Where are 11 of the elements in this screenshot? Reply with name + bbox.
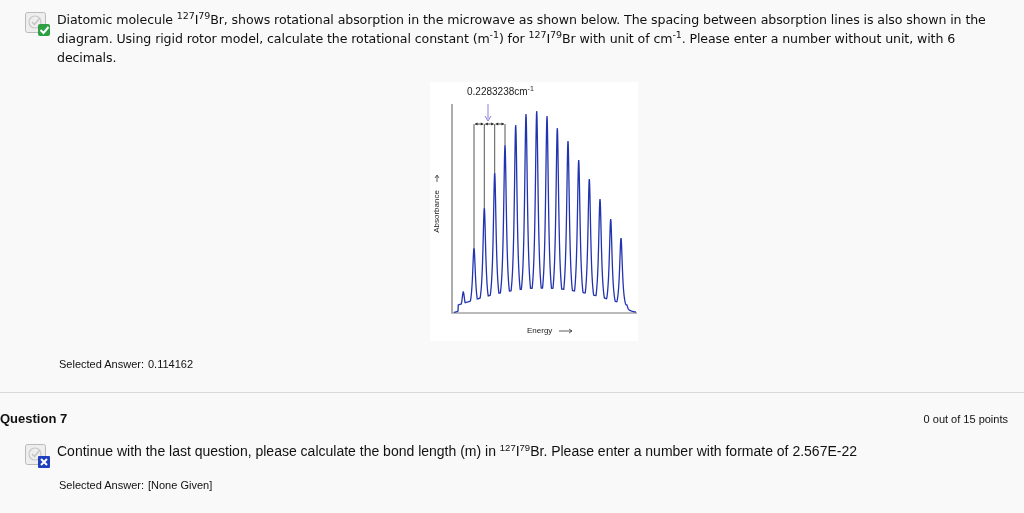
question-title: Question 7: [0, 411, 68, 426]
question-text: Continue with the last question, please calculate the bond length (m) in $^{127}$I$^{79}$Br. Please enter a number with formate of 2.567E-22: [57, 442, 858, 461]
answer-label: Selected Answer:: [59, 358, 144, 370]
question-text: Diatomic molecule $^{127}$I$^{79}$Br, shows rotational absorption in the microwave as shown below. The spacing between absorption lines is also shown in the diagram. Using rigid rotor model, calculate the rotational constant (m$^{-1}$) for $^{127}$I$^{79}$Br with unit of cm$^{-1}$. Please enter a number without unit, with 6 decimals.: [57, 10, 987, 67]
answer-label: Selected Answer:: [59, 479, 144, 491]
x-axis-label: Energy: [527, 326, 553, 335]
points-text: 0 out of 15 points: [923, 413, 1008, 425]
answer-value: [None Given]: [148, 479, 213, 491]
answer-value: 0.114162: [148, 358, 194, 370]
spacing-label: 0.2283238cm$^{-1}$: [467, 86, 534, 97]
y-axis-label: Absorbance: [431, 190, 441, 233]
